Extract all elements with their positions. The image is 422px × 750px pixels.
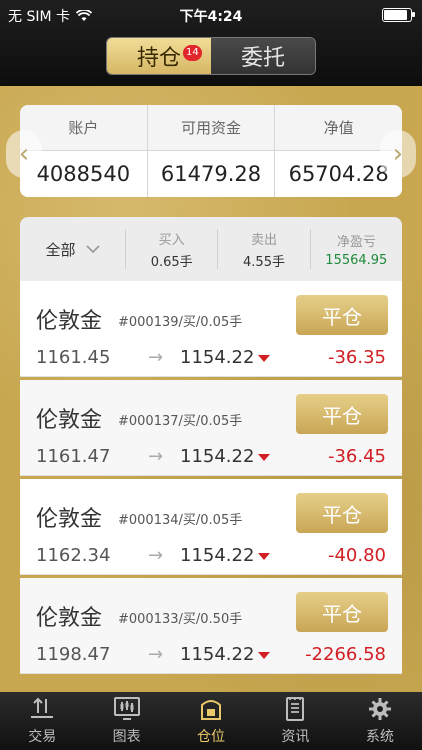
position-row[interactable]: 伦敦金 #000137/买/0.05手 平仓 1161.47 → 1154.22… [20, 380, 402, 476]
instrument-name: 伦敦金 [36, 507, 103, 532]
instrument-name: 伦敦金 [36, 606, 103, 631]
filter-dropdown[interactable]: 全部 [20, 239, 125, 260]
tab-news[interactable]: 资讯 [253, 692, 337, 750]
tab-positions-label: 持仓 [136, 46, 181, 71]
chart-icon [113, 697, 140, 720]
position-icon [201, 700, 222, 720]
open-price: 1161.45 [36, 347, 111, 368]
close-position-button[interactable]: 平仓 [296, 592, 388, 632]
tab-positions-bottom-label: 仓位 [197, 729, 226, 745]
buy-value: 0.65手 [150, 254, 193, 270]
position-row[interactable]: 伦敦金 #000134/买/0.05手 平仓 1162.34 → 1154.22… [20, 479, 402, 575]
top-bar: 无 SIM 卡 下午4:24 持仓 14 委托 [0, 0, 422, 86]
position-row[interactable]: 伦敦金 #000133/买/0.50手 平仓 1198.47 → 1154.22… [20, 578, 402, 674]
trade-icon [31, 697, 54, 718]
tab-positions-bottom[interactable]: 仓位 [169, 692, 253, 750]
tab-positions[interactable]: 持仓 14 [107, 38, 211, 74]
tab-orders[interactable]: 委托 [211, 38, 315, 74]
position-row[interactable]: 伦敦金 #000139/买/0.05手 平仓 1161.45 → 1154.22… [20, 281, 402, 377]
price-down-icon [258, 652, 270, 659]
instrument-name: 伦敦金 [36, 309, 103, 334]
open-price: 1198.47 [36, 644, 111, 665]
next-account-arrow-icon[interactable]: › [380, 130, 416, 178]
tab-chart-label: 图表 [112, 729, 141, 745]
positions-count-badge: 14 [183, 45, 202, 61]
chevron-down-icon [85, 244, 100, 253]
tab-trade-label: 交易 [28, 729, 57, 745]
position-pnl: -36.45 [327, 446, 386, 467]
status-bar: 无 SIM 卡 下午4:24 [0, 0, 422, 30]
open-price: 1161.47 [36, 446, 111, 467]
buy-label: 买入 [158, 232, 185, 248]
filter-label: 全部 [45, 240, 76, 259]
tab-chart[interactable]: 图表 [84, 692, 168, 750]
right-arrow-icon: → [148, 446, 164, 467]
tab-settings[interactable]: 系统 [338, 692, 422, 750]
account-headers: 账户 可用资金 净值 [20, 105, 402, 151]
account-summary-card: 账户 可用资金 净值 4088540 61479.28 65704.28 [20, 105, 402, 197]
tab-orders-label: 委托 [240, 46, 285, 71]
news-icon [286, 697, 305, 721]
order-info: #000137/买/0.05手 [118, 414, 243, 429]
current-price: 1154.22 [180, 545, 255, 566]
current-price: 1154.22 [180, 644, 255, 665]
position-pnl: -40.80 [327, 545, 386, 566]
buy-stat: 买入 0.65手 [125, 229, 217, 270]
available-funds-value: 61479.28 [146, 151, 275, 197]
right-arrow-icon: → [148, 545, 164, 566]
close-position-button[interactable]: 平仓 [296, 394, 388, 434]
current-price: 1154.22 [180, 347, 255, 368]
battery-level [384, 10, 407, 20]
order-info: #000139/买/0.05手 [118, 315, 243, 330]
order-info: #000134/买/0.05手 [118, 513, 243, 528]
tab-news-label: 资讯 [281, 729, 310, 745]
sell-value: 4.55手 [243, 254, 285, 270]
tab-trade[interactable]: 交易 [0, 692, 84, 750]
current-price: 1154.22 [180, 446, 255, 467]
right-arrow-icon: → [148, 644, 164, 665]
status-time: 下午4:24 [179, 9, 243, 25]
price-down-icon [258, 454, 270, 461]
price-down-icon [258, 553, 270, 560]
account-values: 4088540 61479.28 65704.28 [20, 151, 402, 197]
position-pnl: -2266.58 [305, 644, 386, 665]
bottom-tab-bar: 交易 图表 仓位 资讯 系统 [0, 692, 422, 750]
right-arrow-icon: → [148, 347, 164, 368]
open-price: 1162.34 [36, 545, 111, 566]
sell-stat: 卖出 4.55手 [217, 229, 309, 270]
net-pnl-value: 15564.95 [325, 252, 388, 268]
close-position-button[interactable]: 平仓 [296, 493, 388, 533]
sell-label: 卖出 [250, 232, 277, 248]
price-down-icon [258, 355, 270, 362]
close-position-button[interactable]: 平仓 [296, 295, 388, 335]
order-info: #000133/买/0.50手 [118, 612, 243, 627]
tab-settings-label: 系统 [365, 729, 394, 745]
battery-icon [382, 8, 415, 22]
instrument-name: 伦敦金 [36, 408, 103, 433]
position-pnl: -36.35 [327, 347, 386, 368]
position-order-switch: 持仓 14 委托 [106, 37, 316, 75]
positions-summary: 全部 买入 0.65手 卖出 4.55手 净盈亏 15564.95 [20, 217, 402, 281]
settings-icon [368, 698, 391, 720]
prev-account-arrow-icon[interactable]: ‹ [6, 130, 42, 178]
available-funds-header: 可用资金 [146, 105, 275, 150]
net-pnl-stat: 净盈亏 15564.95 [309, 229, 402, 269]
net-pnl-label: 净盈亏 [336, 234, 376, 250]
